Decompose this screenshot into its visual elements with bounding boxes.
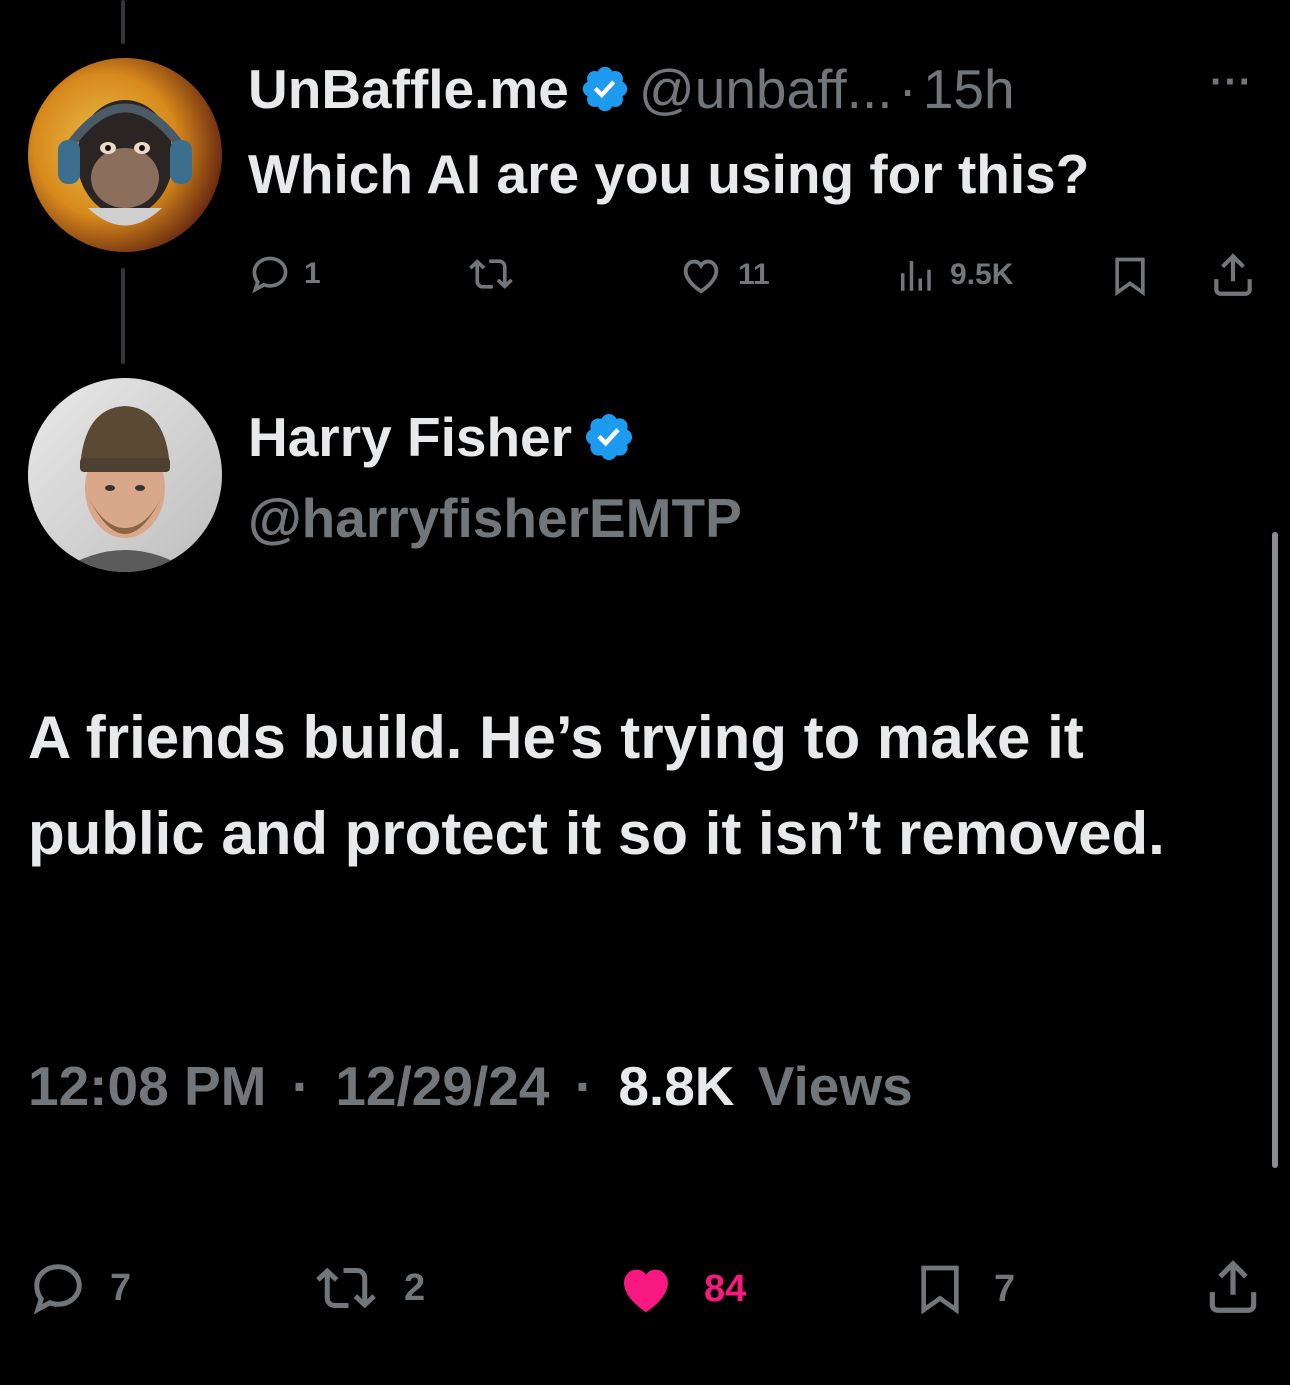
main-bookmark-button[interactable]: 7 — [912, 1258, 1015, 1320]
main-share-button[interactable] — [1202, 1256, 1264, 1318]
heart-icon — [624, 1269, 668, 1313]
bookmark-icon — [921, 1265, 959, 1315]
share-upload-icon — [1209, 1260, 1257, 1313]
reply-header: UnBaffle.me @unbaff... · 15h — [248, 54, 1015, 124]
main-like-button[interactable]: 84 — [614, 1258, 746, 1320]
main-display-name[interactable]: Harry Fisher — [248, 405, 572, 469]
main-name-row: Harry Fisher — [248, 404, 636, 470]
reply-like-count: 11 — [738, 258, 770, 291]
reply-avatar[interactable] — [28, 58, 222, 252]
post-time[interactable]: 12:08 PM — [28, 1055, 266, 1117]
reply-bubble-icon — [252, 256, 288, 294]
reply-text: Which AI are you using for this? — [248, 143, 1090, 205]
views-bar-chart-icon — [901, 261, 931, 291]
profile-photo-image — [58, 406, 192, 572]
reply-repost-button[interactable] — [466, 252, 516, 296]
reply-bookmark-button[interactable] — [1108, 252, 1152, 300]
verified-badge-icon — [579, 63, 631, 115]
timestamp-separator: · — [574, 1055, 594, 1117]
main-repost-count: 2 — [404, 1266, 426, 1309]
main-avatar[interactable] — [28, 378, 222, 572]
main-bookmark-count: 7 — [994, 1267, 1016, 1310]
bookmark-icon — [1115, 257, 1145, 297]
scrollbar[interactable] — [1272, 532, 1278, 1168]
reply-bubble-icon — [33, 1264, 82, 1315]
reply-separator: · — [898, 58, 917, 120]
main-like-count: 84 — [704, 1267, 747, 1310]
chimp-avatar-image — [58, 100, 192, 226]
reply-share-button[interactable] — [1208, 250, 1258, 300]
thread-line-middle — [121, 268, 125, 364]
reply-like-button[interactable]: 11 — [678, 252, 770, 298]
reply-views-button[interactable]: 9.5K — [894, 252, 1013, 298]
timestamp-separator: · — [291, 1055, 311, 1117]
main-reply-button[interactable]: 7 — [28, 1258, 131, 1318]
post-date[interactable]: 12/29/24 — [335, 1055, 549, 1117]
reply-reply-count: 1 — [304, 257, 321, 290]
reply-display-name[interactable]: UnBaffle.me — [248, 57, 569, 121]
main-reply-count: 7 — [110, 1266, 132, 1309]
repost-icon — [316, 1267, 376, 1309]
reply-time[interactable]: 15h — [923, 57, 1015, 121]
views-label: Views — [757, 1055, 913, 1117]
more-dots-icon[interactable]: ··· — [1210, 60, 1253, 105]
views-count[interactable]: 8.8K — [618, 1055, 734, 1117]
thread-line-top — [121, 0, 125, 44]
share-upload-icon — [1214, 253, 1252, 296]
repost-icon — [469, 259, 513, 289]
reply-views-count: 9.5K — [950, 258, 1014, 291]
main-timestamp-row: 12:08 PM · 12/29/24 · 8.8K Views — [28, 1054, 913, 1118]
main-text: A friends build. He’s trying to make it … — [28, 704, 1165, 867]
reply-reply-button[interactable]: 1 — [248, 252, 321, 296]
heart-icon — [683, 259, 719, 294]
main-handle[interactable]: @harryfisherEMTP — [248, 486, 742, 550]
verified-badge-icon — [582, 410, 636, 464]
main-repost-button[interactable]: 2 — [312, 1258, 425, 1318]
reply-handle[interactable]: @unbaff... — [639, 57, 893, 121]
